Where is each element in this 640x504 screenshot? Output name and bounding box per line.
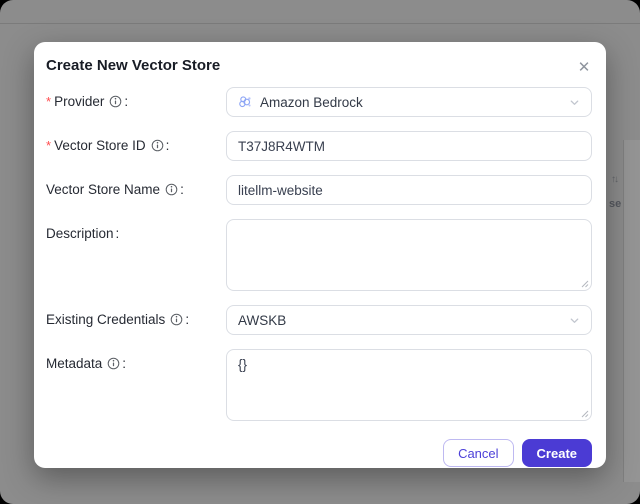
form-row-existing-credentials: Existing Credentials: AWSKB: [46, 305, 592, 335]
close-icon[interactable]: ✕: [573, 57, 595, 79]
create-button[interactable]: Create: [521, 439, 592, 467]
provider-label: * Provider:: [46, 94, 129, 111]
form-row-metadata: Metadata: {}: [46, 349, 592, 421]
background-header-divider: [0, 23, 640, 24]
description-label: Description:: [46, 226, 120, 241]
resize-handle-icon[interactable]: [579, 408, 589, 418]
create-vector-store-modal: Create New Vector Store ✕ * Provider: Ama…: [34, 42, 606, 468]
page-behind-overlay: ↑↓ se Create New Vector Store ✕ * Provide…: [0, 0, 640, 504]
existing-credentials-label: Existing Credentials:: [46, 312, 190, 329]
vector-store-name-label: Vector Store Name:: [46, 182, 184, 199]
form-row-vector-store-name: Vector Store Name:: [46, 175, 592, 205]
vector-store-id-label: * Vector Store ID:: [46, 138, 170, 155]
info-icon[interactable]: [109, 95, 122, 111]
existing-credentials-select[interactable]: AWSKB: [226, 305, 592, 335]
info-icon[interactable]: [165, 183, 178, 199]
form-row-provider: * Provider: Amazon Bedrock: [46, 87, 592, 117]
background-table-edge: [624, 140, 640, 482]
required-marker: *: [46, 94, 52, 109]
vector-store-name-input[interactable]: [226, 175, 592, 205]
provider-selected-value: Amazon Bedrock: [260, 94, 363, 110]
form-row-description: Description:: [46, 219, 592, 291]
vector-store-form: * Provider: Amazon Bedrock * Vector Store …: [46, 87, 592, 467]
background-partial-text: se: [609, 198, 622, 210]
background-table-border: [623, 140, 624, 482]
info-icon[interactable]: [107, 357, 120, 373]
metadata-label: Metadata:: [46, 356, 127, 373]
modal-header: Create New Vector Store ✕: [46, 51, 592, 79]
vector-store-id-input[interactable]: [226, 131, 592, 161]
modal-title: Create New Vector Store: [46, 57, 221, 74]
info-icon[interactable]: [151, 139, 164, 155]
amazon-bedrock-icon: [238, 95, 252, 109]
required-marker: *: [46, 138, 52, 153]
provider-select[interactable]: Amazon Bedrock: [226, 87, 592, 117]
cancel-button[interactable]: Cancel: [443, 439, 514, 467]
resize-handle-icon[interactable]: [579, 278, 589, 288]
chevron-down-icon: [569, 97, 580, 108]
form-row-vector-store-id: * Vector Store ID:: [46, 131, 592, 161]
metadata-textarea[interactable]: {}: [226, 349, 592, 421]
description-textarea[interactable]: [226, 219, 592, 291]
existing-credentials-selected-value: AWSKB: [238, 312, 287, 328]
sort-arrows-icon: ↑↓: [611, 174, 619, 185]
modal-footer: Cancel Create: [46, 439, 592, 467]
info-icon[interactable]: [170, 313, 183, 329]
chevron-down-icon: [569, 315, 580, 326]
